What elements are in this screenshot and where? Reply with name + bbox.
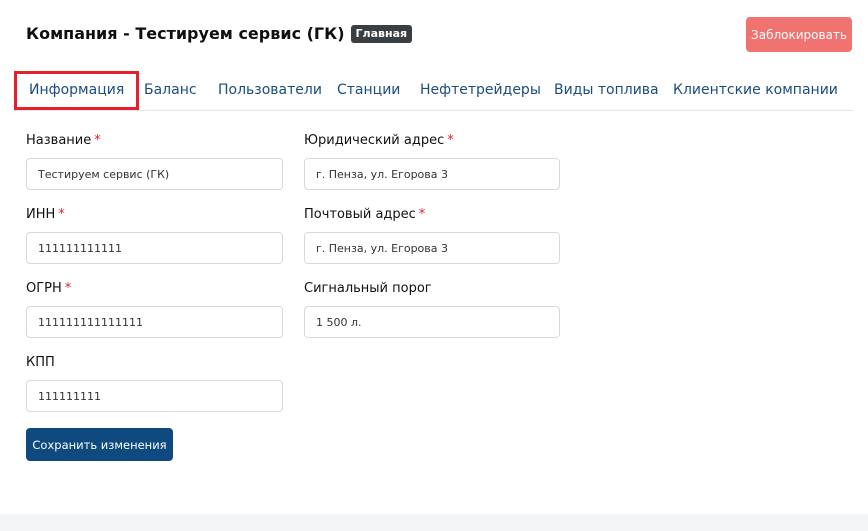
tab-users[interactable]: Пользователи	[218, 71, 322, 110]
save-changes-button[interactable]: Сохранить изменения	[26, 428, 173, 461]
legal-address-input[interactable]: г. Пенза, ул. Егорова 3	[304, 158, 560, 190]
page-title: Компания - Тестируем сервис (ГК)	[26, 24, 345, 43]
kpp-label: КПП	[26, 355, 55, 370]
name-input[interactable]: Тестируем сервис (ГК)	[26, 158, 283, 190]
postal-address-label: Почтовый адрес *	[304, 207, 425, 222]
required-mark: *	[94, 133, 101, 148]
required-mark: *	[418, 207, 426, 222]
tab-stations[interactable]: Станции	[337, 71, 400, 110]
ogrn-label: ОГРН *	[26, 281, 71, 296]
legal-address-label: Юридический адрес *	[304, 133, 454, 148]
ogrn-label-text: ОГРН	[26, 281, 62, 296]
postal-address-label-text: Почтовый адрес	[304, 207, 416, 222]
tab-client-companies[interactable]: Клиентские компании	[673, 71, 838, 110]
signal-threshold-label: Сигнальный порог	[304, 281, 432, 296]
required-mark: *	[447, 133, 454, 148]
company-card: Компания - Тестируем сервис (ГК) Главная…	[0, 0, 868, 514]
main-badge: Главная	[350, 24, 413, 43]
ogrn-input[interactable]: 111111111111111	[26, 306, 283, 338]
inn-input[interactable]: 111111111111	[26, 232, 283, 264]
inn-label-text: ИНН	[26, 207, 56, 222]
page-header: Компания - Тестируем сервис (ГК) Главная	[26, 24, 413, 43]
tab-info[interactable]: Информация	[14, 71, 140, 110]
block-button[interactable]: Заблокировать	[746, 17, 852, 52]
tab-fuel-types[interactable]: Виды топлива	[554, 71, 659, 110]
required-mark: *	[64, 281, 72, 296]
name-label-text: Название	[26, 133, 92, 148]
kpp-input[interactable]: 111111111	[26, 380, 283, 412]
name-label: Название *	[26, 133, 101, 148]
signal-threshold-input[interactable]: 1 500 л.	[304, 306, 560, 338]
legal-address-label-text: Юридический адрес	[304, 133, 445, 148]
tab-bar: Информация Баланс Пользователи Станции Н…	[14, 71, 854, 111]
required-mark: *	[58, 207, 65, 222]
tab-balance[interactable]: Баланс	[144, 71, 197, 110]
postal-address-input[interactable]: г. Пенза, ул. Егорова 3	[304, 232, 560, 264]
inn-label: ИНН *	[26, 207, 65, 222]
tab-oil-traders[interactable]: Нефтетрейдеры	[420, 71, 541, 110]
